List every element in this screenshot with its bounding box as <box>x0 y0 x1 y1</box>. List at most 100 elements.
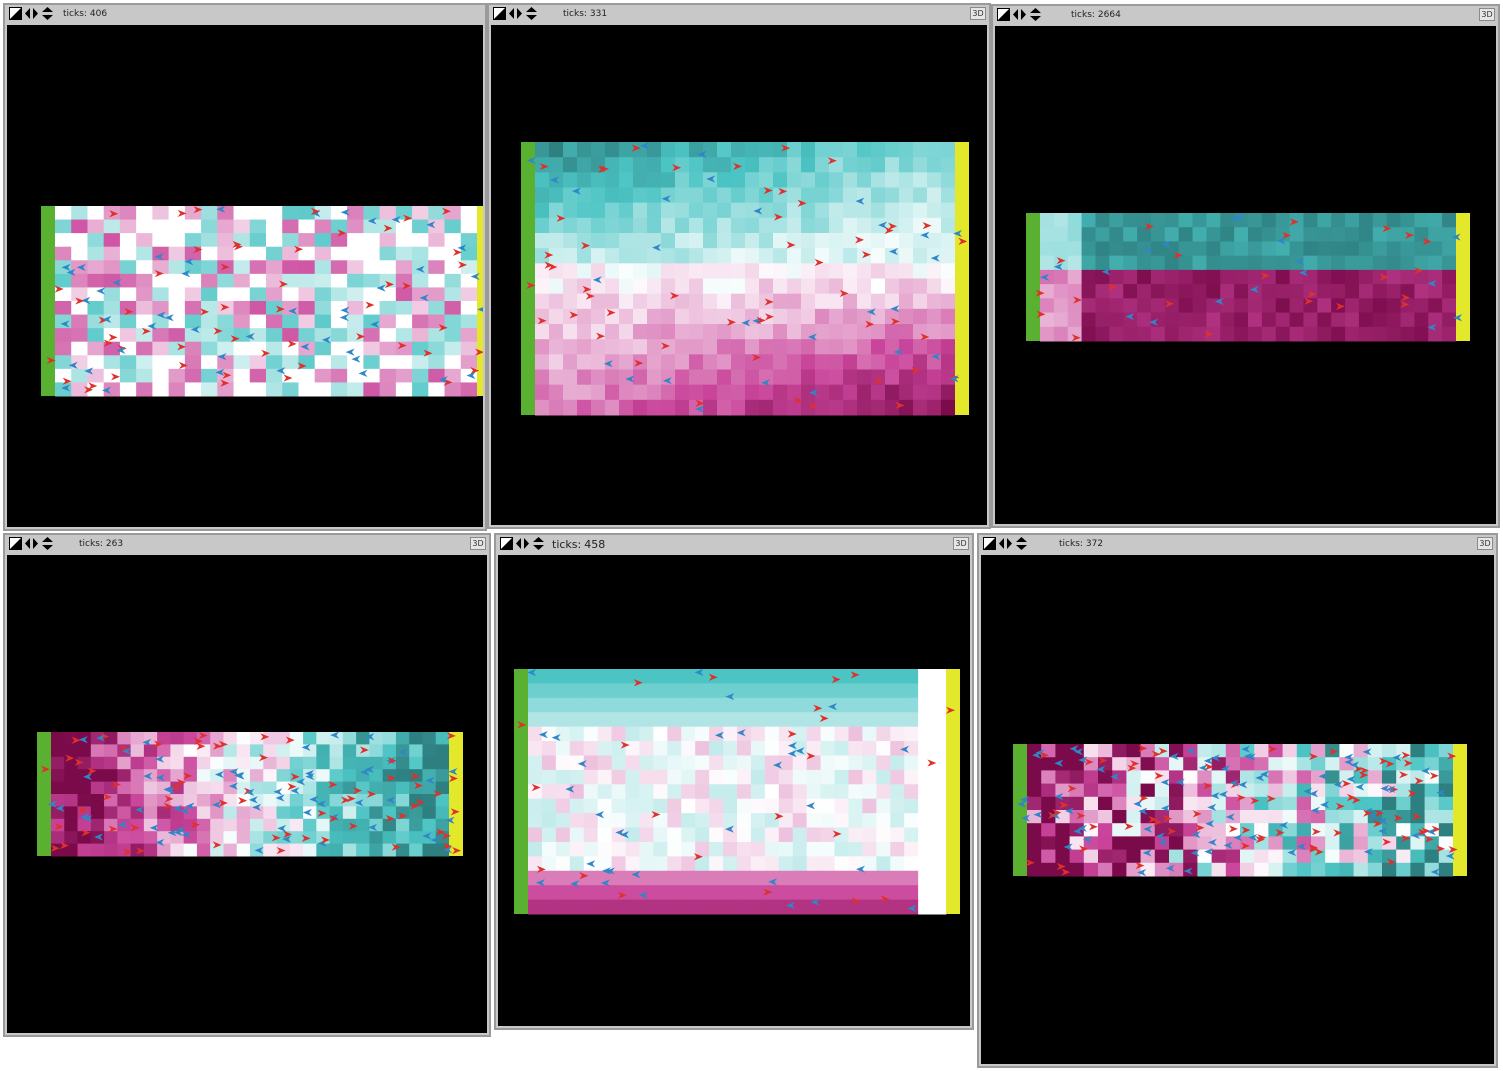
patch <box>829 354 844 370</box>
vertical-arrows-icon[interactable] <box>41 537 54 550</box>
horizontal-arrows-icon[interactable] <box>25 7 38 20</box>
patch <box>168 341 186 356</box>
patch <box>737 885 752 901</box>
patch <box>689 308 704 325</box>
patch <box>1220 269 1235 285</box>
patch <box>184 301 202 316</box>
patch <box>633 157 648 173</box>
vertical-arrows-icon[interactable] <box>525 7 538 20</box>
edit-icon[interactable] <box>500 537 513 550</box>
patch <box>236 756 251 770</box>
patch <box>1248 312 1263 328</box>
3d-view-button[interactable]: 3D <box>470 537 486 550</box>
patch <box>1339 849 1355 864</box>
world-canvas[interactable] <box>491 25 987 525</box>
edit-icon[interactable] <box>9 537 22 550</box>
horizontal-arrows-icon[interactable] <box>25 537 38 550</box>
patch <box>210 756 224 770</box>
horizontal-arrows-icon[interactable] <box>999 537 1012 550</box>
patch <box>1178 312 1194 328</box>
edit-icon[interactable] <box>9 7 22 20</box>
patch <box>183 781 198 795</box>
patch <box>829 142 844 158</box>
patch <box>422 806 437 820</box>
patch <box>298 233 316 248</box>
patch <box>647 142 662 158</box>
patch <box>717 324 732 340</box>
patch <box>904 784 919 800</box>
patch <box>282 233 299 248</box>
world-canvas[interactable] <box>7 25 483 527</box>
vertical-arrows-icon[interactable] <box>41 7 54 20</box>
3d-view-button[interactable]: 3D <box>1477 537 1493 550</box>
world-canvas[interactable] <box>7 555 487 1033</box>
patch <box>535 369 550 386</box>
patch <box>778 697 794 713</box>
patch <box>541 899 557 915</box>
edit-icon[interactable] <box>493 7 506 20</box>
patch <box>857 384 872 401</box>
patch <box>801 142 816 158</box>
patch <box>605 278 620 295</box>
patch <box>815 233 830 249</box>
patch <box>681 798 696 814</box>
patch <box>103 246 121 261</box>
patch <box>843 399 858 416</box>
patch <box>1303 227 1318 242</box>
patch <box>750 841 766 857</box>
patch <box>647 369 662 386</box>
world-canvas[interactable] <box>981 555 1494 1064</box>
patch <box>422 818 437 832</box>
patch <box>1164 269 1180 285</box>
patch <box>787 157 802 173</box>
patch <box>117 781 132 795</box>
3d-view-button[interactable]: 3D <box>970 7 986 20</box>
horizontal-arrows-icon[interactable] <box>516 537 529 550</box>
horizontal-arrows-icon[interactable] <box>509 7 522 20</box>
3d-view-button[interactable]: 3D <box>953 537 969 550</box>
world-canvas[interactable] <box>498 555 970 1026</box>
patch <box>862 841 877 857</box>
vertical-arrows-icon[interactable] <box>1015 537 1028 550</box>
patch <box>941 172 956 188</box>
patch <box>90 781 105 795</box>
patch <box>1192 241 1207 257</box>
patch <box>927 233 942 249</box>
patch <box>1317 326 1332 342</box>
patch <box>834 813 849 829</box>
patch <box>689 248 704 264</box>
patch <box>829 369 844 386</box>
patch <box>583 712 599 728</box>
patch <box>913 278 928 295</box>
edit-icon[interactable] <box>983 537 996 550</box>
patch <box>737 856 752 872</box>
world-canvas[interactable] <box>995 26 1496 524</box>
patch <box>1069 770 1085 785</box>
patch <box>745 142 760 158</box>
patch <box>681 784 696 800</box>
patch <box>130 769 145 783</box>
patch <box>619 293 634 310</box>
vertical-arrows-icon[interactable] <box>532 537 545 550</box>
patch <box>834 726 849 742</box>
patch <box>143 843 158 857</box>
patch <box>834 669 849 684</box>
patch <box>1069 783 1085 798</box>
horizontal-arrows-icon[interactable] <box>1013 8 1026 21</box>
patch <box>904 798 919 814</box>
patch <box>535 354 550 370</box>
edit-icon[interactable] <box>997 8 1010 21</box>
patch <box>764 841 780 857</box>
vertical-arrows-icon[interactable] <box>1029 8 1042 21</box>
patch <box>157 843 171 857</box>
patch <box>815 339 830 355</box>
patch <box>379 341 397 356</box>
3d-view-button[interactable]: 3D <box>1479 8 1495 21</box>
patch <box>314 341 332 356</box>
patch <box>605 217 620 234</box>
patch <box>876 841 891 857</box>
patch <box>927 142 942 158</box>
patch <box>196 756 211 770</box>
patch <box>834 870 849 886</box>
patch <box>1067 284 1083 299</box>
